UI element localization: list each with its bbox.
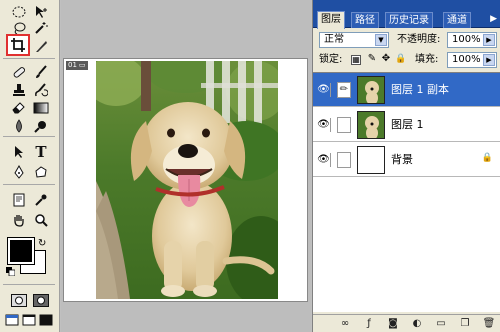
link-slot[interactable] [337,152,351,168]
visibility-eye-icon[interactable]: 👁 [317,83,331,97]
canvas-workspace[interactable]: 01 ▭ [61,0,311,332]
clone-stamp-icon[interactable] [8,80,30,100]
healing-brush-icon[interactable] [8,62,30,82]
opacity-label: 不透明度: [397,34,441,45]
layer-name[interactable]: 图层 1 [391,117,424,133]
default-colors-icon[interactable] [6,266,16,277]
blur-icon[interactable] [8,116,30,136]
window-icon: ▭ [78,61,86,69]
eraser-icon[interactable] [8,98,30,118]
panel-menu-icon[interactable]: ▶ [490,14,497,24]
lock-label: 锁定: [319,54,343,65]
layer-name[interactable]: 图层 1 副本 [391,82,449,98]
link-layers-icon[interactable]: ∞ [338,317,352,330]
layer-thumbnail [357,111,385,139]
quick-mask-on-icon[interactable] [30,290,52,310]
eyedropper-icon[interactable] [30,190,52,210]
layers-panel-footer: ∞ ƒ ◙ ◐ ▭ ❐ 🗑 [313,314,500,332]
history-brush-icon[interactable] [30,80,52,100]
delete-layer-icon[interactable]: 🗑 [482,317,496,330]
magic-wand-icon[interactable] [30,18,52,38]
fill-label: 填充: [415,54,439,65]
foreground-color-swatch[interactable] [7,237,35,265]
lock-position-icon[interactable]: ✥ [381,54,391,65]
opacity-value: 100% [452,34,481,45]
new-layer-icon[interactable]: ❐ [458,317,472,330]
layer-name[interactable]: 背景 [391,152,413,168]
lock-transparency-icon[interactable]: ▦ [351,55,361,65]
path-select-icon[interactable] [8,142,30,162]
tab-history[interactable]: 历史记录 [385,12,433,28]
fill-value: 100% [452,54,481,65]
chevron-down-icon: ▼ [375,34,387,46]
blend-opacity-row: 正常 ▼ 不透明度: 100% ▶ [317,32,499,48]
fill-input[interactable]: 100% ▶ [447,52,497,68]
lock-all-icon[interactable]: 🔒 [395,55,406,65]
gradient-icon[interactable] [30,98,52,118]
pen-icon[interactable] [8,162,30,182]
layer-thumbnail [357,146,385,174]
swap-colors-icon[interactable]: ↻ [38,238,46,249]
layer-row-1[interactable]: 👁 图层 1 [313,108,500,142]
document-tab[interactable]: 01 ▭ [66,61,88,70]
blend-mode-select[interactable]: 正常 ▼ [319,32,389,48]
toolbox: T ↻ [0,0,60,332]
tab-channels[interactable]: 通道 [443,12,471,28]
lock-icon: 🔒 [481,153,493,163]
chevron-right-icon: ▶ [483,34,495,46]
brush-link-icon[interactable]: ✏ [337,82,351,98]
lock-image-icon[interactable]: ✎ [367,54,377,65]
adjustment-layer-icon[interactable]: ◐ [410,317,424,330]
layer-style-icon[interactable]: ƒ [362,317,376,330]
layers-panel: 图层 路径 历史记录 通道 ▶ 正常 ▼ 不透明度: 100% ▶ 锁定: ▦ … [312,0,500,332]
visibility-eye-icon[interactable]: 👁 [317,153,331,167]
lock-fill-row: 锁定: ▦ ✎ ✥ 🔒 填充: 100% ▶ [317,52,499,68]
brush-icon[interactable] [30,62,52,82]
layer-row-background[interactable]: 👁 背景 🔒 [313,143,500,177]
layers-list: 👁 ✏ 图层 1 副本 👁 图层 1 👁 背景 🔒 [313,72,500,312]
layer-mask-icon[interactable]: ◙ [386,317,400,330]
hand-icon[interactable] [8,210,30,230]
new-group-icon[interactable]: ▭ [434,317,448,330]
blend-mode-value: 正常 [324,34,344,45]
tab-layers[interactable]: 图层 [317,11,345,29]
crop-icon[interactable] [6,34,30,56]
layer-thumbnail [357,76,385,104]
panel-tab-bar: 图层 路径 历史记录 通道 ▶ [313,0,500,29]
opacity-input[interactable]: 100% ▶ [447,32,497,48]
type-icon[interactable]: T [30,142,52,162]
dog-photo [96,61,278,299]
slice-icon[interactable] [30,36,52,56]
shape-icon[interactable] [30,162,52,182]
zoom-icon[interactable] [30,210,52,230]
quick-mask-off-icon[interactable] [8,290,30,310]
notes-icon[interactable] [8,190,30,210]
dodge-icon[interactable] [30,116,52,136]
tab-paths[interactable]: 路径 [351,12,379,28]
visibility-eye-icon[interactable]: 👁 [317,118,331,132]
document-canvas[interactable]: 01 ▭ [63,58,308,302]
screen-mode-icon[interactable] [4,310,56,330]
layer-row-copy[interactable]: 👁 ✏ 图层 1 副本 [313,73,500,107]
chevron-right-icon: ▶ [483,54,495,66]
document-tab-label: 01 [68,61,77,69]
link-slot[interactable] [337,117,351,133]
